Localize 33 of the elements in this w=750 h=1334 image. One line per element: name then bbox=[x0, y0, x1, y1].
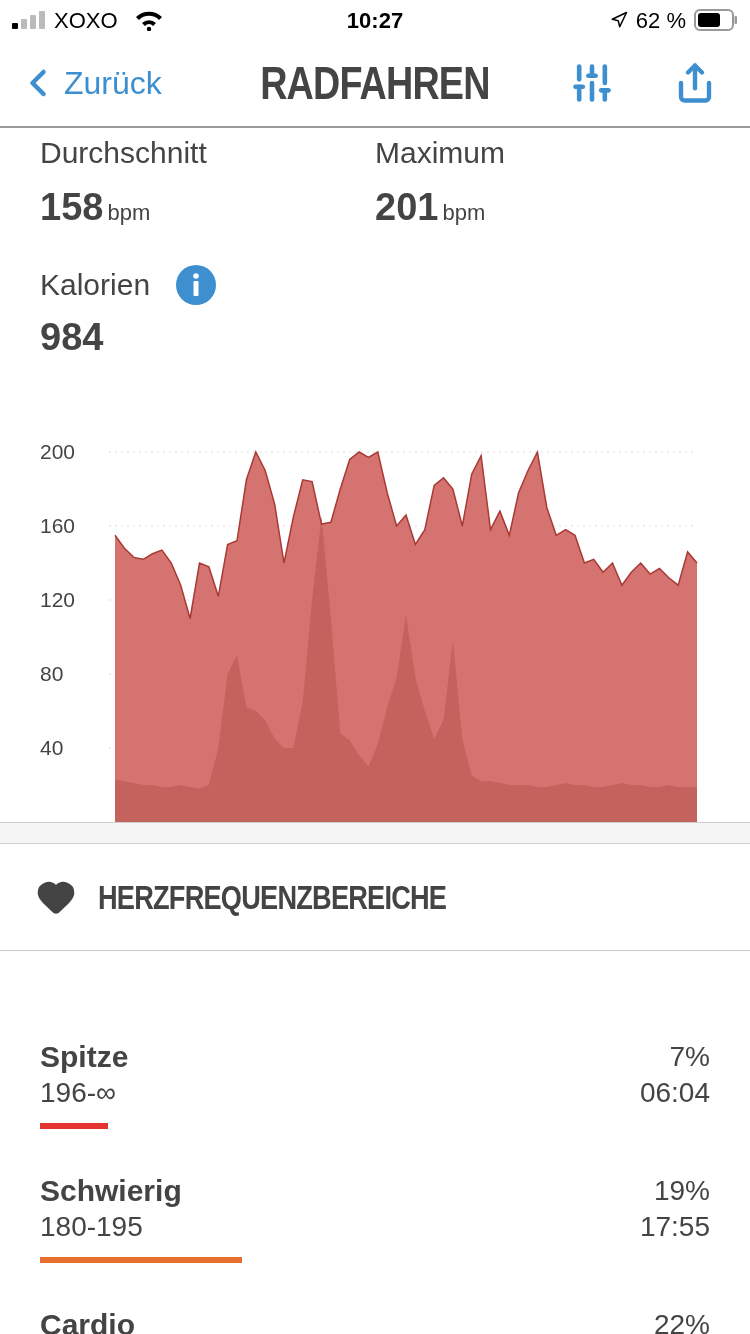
info-icon[interactable] bbox=[176, 264, 217, 305]
stat-label: Maximum bbox=[375, 135, 506, 171]
section-title: HERZFREQUENZBEREICHE bbox=[98, 876, 447, 918]
battery-percent: 62 % bbox=[635, 6, 686, 35]
battery-icon bbox=[694, 9, 738, 31]
stat-value: 158 bbox=[40, 185, 104, 230]
zone-range: 180-195 bbox=[40, 1210, 144, 1244]
axis-tick-label: 40 bbox=[40, 736, 64, 759]
zone-name: Spitze bbox=[40, 1039, 129, 1075]
axis-tick-label: 80 bbox=[40, 662, 64, 685]
axis-tick-label: 200 bbox=[40, 440, 76, 463]
axis-tick-label: 160 bbox=[40, 514, 76, 537]
stat-value: 984 bbox=[40, 315, 105, 360]
location-icon bbox=[609, 11, 628, 29]
stat-unit: bpm bbox=[107, 199, 151, 227]
stat-unit: bpm bbox=[442, 199, 486, 227]
zone-duration: 17:55 bbox=[639, 1210, 710, 1244]
stat-label: Kalorien bbox=[40, 267, 151, 303]
status-time: 10:27 bbox=[345, 6, 405, 35]
zone-percent: 22% bbox=[653, 1308, 710, 1334]
carrier-name: XOXO bbox=[54, 6, 118, 35]
zone-range: 196-∞ bbox=[40, 1076, 117, 1110]
screen-title: RADFAHREN bbox=[259, 55, 490, 111]
zone-percent: 7% bbox=[669, 1040, 710, 1074]
zone-name: Schwierig bbox=[40, 1173, 182, 1209]
axis-tick-label: 120 bbox=[40, 588, 76, 611]
filter-button[interactable] bbox=[570, 61, 614, 105]
signal-icon bbox=[12, 11, 46, 29]
stat-label: Durchschnitt bbox=[40, 135, 208, 171]
back-button[interactable]: Zurück bbox=[16, 59, 235, 107]
stat-value: 201 bbox=[375, 185, 439, 230]
zone-percent: 19% bbox=[653, 1174, 710, 1208]
zone-duration: 06:04 bbox=[639, 1076, 710, 1110]
